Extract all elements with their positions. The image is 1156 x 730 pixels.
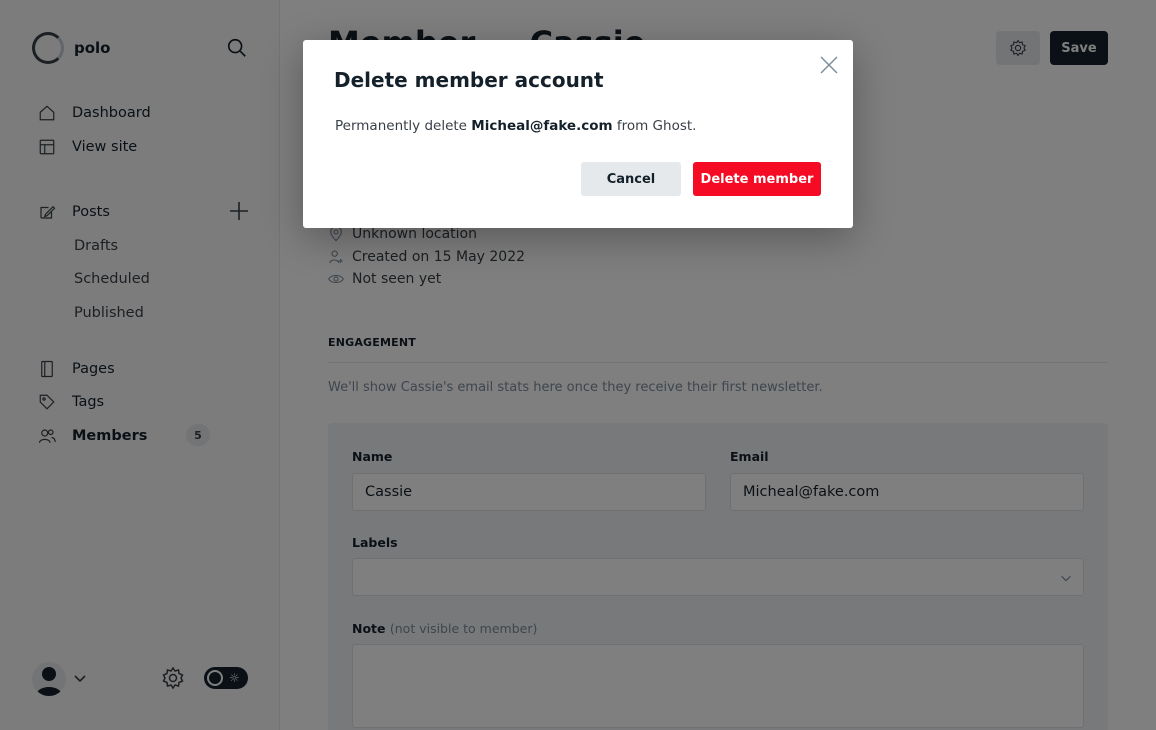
- cancel-button[interactable]: Cancel: [581, 162, 681, 196]
- close-icon[interactable]: [819, 55, 839, 75]
- modal-body-prefix: Permanently delete: [335, 118, 472, 134]
- delete-member-button[interactable]: Delete member: [693, 162, 821, 196]
- modal-body-suffix: from Ghost.: [612, 118, 697, 134]
- delete-member-modal: Delete member account Permanently delete…: [303, 40, 853, 228]
- modal-body: Permanently delete Micheal@fake.com from…: [335, 118, 696, 134]
- modal-title: Delete member account: [334, 68, 604, 92]
- modal-body-email: Micheal@fake.com: [471, 118, 613, 134]
